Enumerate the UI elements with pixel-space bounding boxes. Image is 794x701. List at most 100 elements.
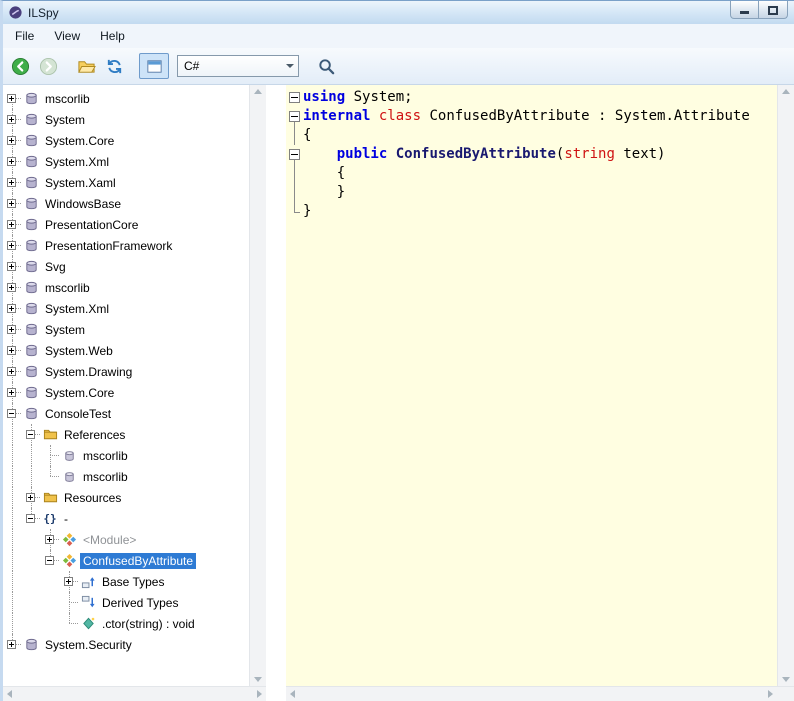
tree-node-system-xml[interactable]: System.Xml (3, 151, 249, 172)
scroll-right-icon[interactable] (257, 690, 262, 698)
expand-icon[interactable] (64, 577, 73, 586)
tree-node-mscorlib[interactable]: mscorlib (3, 88, 249, 109)
tree-scrollbar[interactable] (249, 85, 266, 686)
expand-icon[interactable] (7, 367, 16, 376)
tree-node-presentationcore[interactable]: PresentationCore (3, 214, 249, 235)
fold-collapse-icon[interactable] (286, 88, 303, 107)
tree-node-mscorlib[interactable]: mscorlib (3, 466, 249, 487)
expand-icon[interactable] (7, 262, 16, 271)
tree-node-system-xml[interactable]: System.Xml (3, 298, 249, 319)
code-hscrollbar[interactable] (286, 686, 777, 701)
collapse-icon[interactable] (45, 556, 54, 565)
tree-hscrollbar[interactable] (3, 686, 266, 701)
tree-connector (60, 592, 79, 613)
assembly-icon (22, 321, 40, 339)
tree-node-confusedbyattribute[interactable]: ConfusedByAttribute (3, 550, 249, 571)
expand-icon[interactable] (7, 283, 16, 292)
assembly-icon (22, 636, 40, 654)
collapse-icon[interactable] (26, 514, 35, 523)
tree-guide-line (22, 613, 41, 634)
toolbar: C# (3, 48, 794, 85)
tree-node-ctor-string-void[interactable]: .ctor(string) : void (3, 613, 249, 634)
tree-node-derived-types[interactable]: Derived Types (3, 592, 249, 613)
tree-node-mscorlib[interactable]: mscorlib (3, 445, 249, 466)
scroll-down-icon[interactable] (782, 677, 790, 682)
expand-icon[interactable] (7, 136, 16, 145)
tree-view: mscorlib System System.Core System.Xml Syste… (3, 85, 249, 686)
code-scrollbar[interactable] (777, 85, 794, 686)
scroll-left-icon[interactable] (290, 690, 295, 698)
panel-splitter[interactable] (266, 85, 286, 686)
forward-icon (39, 57, 58, 76)
tree-connector (41, 445, 60, 466)
expand-icon[interactable] (7, 220, 16, 229)
tree-node-system[interactable]: System (3, 319, 249, 340)
open-button[interactable] (73, 53, 99, 79)
forward-button[interactable] (35, 53, 61, 79)
tree-node-system-security[interactable]: System.Security (3, 634, 249, 655)
tree-guide-line (3, 508, 22, 529)
tree-node-label: .ctor(string) : void (102, 616, 195, 631)
expand-icon[interactable] (7, 178, 16, 187)
expand-icon[interactable] (7, 157, 16, 166)
collapse-icon[interactable] (7, 409, 16, 418)
expand-icon[interactable] (7, 241, 16, 250)
menu-help[interactable]: Help (90, 25, 135, 47)
assembly-icon (22, 90, 40, 108)
tree-node-base-types[interactable]: Base Types (3, 571, 249, 592)
expand-icon[interactable] (7, 640, 16, 649)
splitter-gap (266, 686, 286, 701)
search-button[interactable] (313, 53, 339, 79)
language-selector[interactable]: C# (177, 55, 299, 77)
tree-node-system-core[interactable]: System.Core (3, 130, 249, 151)
expand-icon[interactable] (7, 346, 16, 355)
tree-node-system-drawing[interactable]: System.Drawing (3, 361, 249, 382)
scroll-down-icon[interactable] (254, 677, 262, 682)
tree-node-system[interactable]: System (3, 109, 249, 130)
expand-icon[interactable] (7, 115, 16, 124)
tree-node-references[interactable]: References (3, 424, 249, 445)
tree-connector (3, 277, 22, 298)
tree-connector (60, 571, 79, 592)
code-view[interactable]: using System; internal class ConfusedByAt… (286, 85, 777, 686)
tree-node-module[interactable]: <Module> (3, 529, 249, 550)
scroll-right-icon[interactable] (768, 690, 773, 698)
tree-node-label: System.Xml (45, 154, 110, 169)
minimize-button[interactable] (730, 1, 759, 19)
expand-icon[interactable] (7, 199, 16, 208)
collapse-icon[interactable] (26, 430, 35, 439)
scroll-up-icon[interactable] (254, 89, 262, 94)
tree-node-consoletest[interactable]: ConsoleTest (3, 403, 249, 424)
tree-connector (22, 424, 41, 445)
scroll-left-icon[interactable] (7, 690, 12, 698)
tree-node-system-xaml[interactable]: System.Xaml (3, 172, 249, 193)
back-button[interactable] (7, 53, 33, 79)
expand-icon[interactable] (45, 535, 54, 544)
scroll-up-icon[interactable] (782, 89, 790, 94)
app-icon[interactable] (8, 5, 23, 20)
maximize-button[interactable] (759, 1, 788, 19)
refresh-button[interactable] (101, 53, 127, 79)
tree-node-mscorlib[interactable]: mscorlib (3, 277, 249, 298)
menu-file[interactable]: File (5, 25, 44, 47)
tree-node-system-web[interactable]: System.Web (3, 340, 249, 361)
expand-icon[interactable] (7, 388, 16, 397)
tree-node-node[interactable]: {} - (3, 508, 249, 529)
window-toggle-button[interactable] (139, 53, 169, 79)
tree-node-svg[interactable]: Svg (3, 256, 249, 277)
fold-collapse-icon[interactable] (286, 145, 303, 164)
code-line: } (286, 202, 777, 221)
expand-icon[interactable] (7, 304, 16, 313)
tree-guide-line (3, 487, 22, 508)
expand-icon[interactable] (7, 325, 16, 334)
code-line: public ConfusedByAttribute(string text) (286, 145, 777, 164)
tree-node-windowsbase[interactable]: WindowsBase (3, 193, 249, 214)
tree-node-presentationframework[interactable]: PresentationFramework (3, 235, 249, 256)
tree-node-system-core[interactable]: System.Core (3, 382, 249, 403)
expand-icon[interactable] (7, 94, 16, 103)
menu-view[interactable]: View (44, 25, 90, 47)
tree-node-resources[interactable]: Resources (3, 487, 249, 508)
fold-collapse-icon[interactable] (286, 107, 303, 126)
expand-icon[interactable] (26, 493, 35, 502)
tree-connector (3, 634, 22, 655)
